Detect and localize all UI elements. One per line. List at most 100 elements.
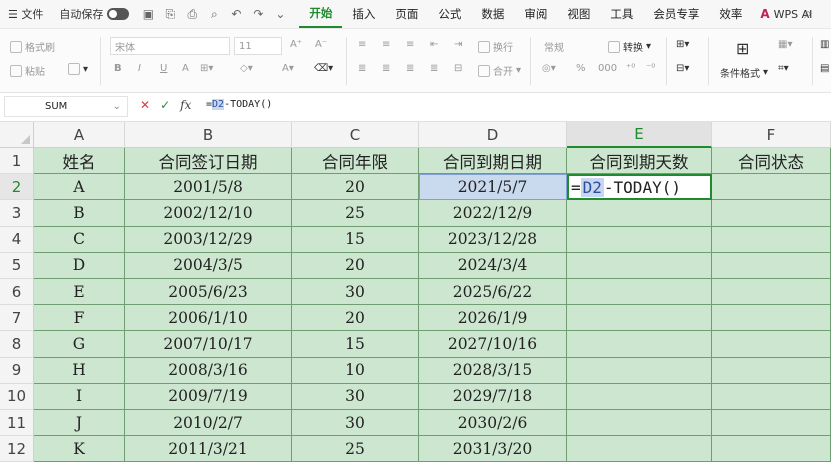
fill-icon[interactable]: ⊟▾ [676,63,689,74]
fill-color-icon[interactable]: ◇▾ [240,63,253,74]
italic-icon[interactable]: I [138,63,141,74]
row-header-10[interactable]: 10 [0,383,34,410]
row-header-4[interactable]: 4 [0,226,34,253]
column-header-B[interactable]: B [125,122,292,148]
align-center-icon[interactable]: ≣ [382,63,390,74]
table-cell[interactable]: 2006/1/10 [125,305,292,332]
table-cell[interactable]: 30 [292,410,419,437]
cancel-icon[interactable]: ✕ [140,98,150,112]
align-left-icon[interactable]: ≣ [358,63,366,74]
table-cell[interactable]: 30 [292,383,419,410]
row-column-icon[interactable]: ⊞▾ [676,39,689,50]
table-cell[interactable]: 2010/2/7 [125,410,292,437]
header-cell[interactable]: 合同状态 [712,148,831,175]
table-cell[interactable] [567,305,712,332]
font-name-select[interactable]: 宋体 [110,37,230,55]
decrease-font-icon[interactable]: A⁻ [315,39,327,50]
table-cell[interactable]: B [34,200,125,227]
row-header-6[interactable]: 6 [0,279,34,306]
table-cell[interactable] [712,331,831,358]
table-cell[interactable] [567,200,712,227]
table-cell[interactable]: D [34,252,125,279]
name-box[interactable]: SUM ⌄ [4,96,128,117]
table-cell[interactable] [712,252,831,279]
tab-3[interactable]: 公式 [428,0,471,28]
align-top-icon[interactable]: ≡ [358,39,366,50]
table-cell[interactable] [712,279,831,306]
table-cell[interactable]: F [34,305,125,332]
table-cell[interactable]: H [34,357,125,384]
tab-2[interactable]: 页面 [385,0,428,28]
font-size-dropdown[interactable]: 11 [234,37,282,55]
format-painter-button[interactable]: 格式刷 [10,39,55,54]
strikethrough-icon[interactable]: A [182,63,189,74]
table-cell[interactable]: 20 [292,174,419,201]
table-cell[interactable]: A [34,174,125,201]
table-cell[interactable]: 2003/12/29 [125,226,292,253]
table-cell[interactable]: 2008/3/16 [125,357,292,384]
table-cell[interactable]: 2023/12/28 [419,226,567,253]
cell-style-icon[interactable]: ⌗▾ [778,63,789,74]
font-size-select[interactable]: 11 [234,37,282,55]
wrap-text-button[interactable]: 换行 [478,39,513,54]
table-cell[interactable]: 30 [292,279,419,306]
row-header-11[interactable]: 11 [0,410,34,437]
table-cell[interactable]: 25 [292,200,419,227]
align-middle-icon[interactable]: ≡ [382,39,390,50]
table-cell[interactable]: 2021/5/7 [419,174,567,201]
sum-icon[interactable]: ▥ [820,39,829,50]
table-cell[interactable] [567,331,712,358]
table-style-icon[interactable]: ▦▾ [778,39,792,50]
filter-icon[interactable]: ▤ [820,63,829,74]
conditional-format-button[interactable]: 条件格式 ▾ [720,65,768,80]
tab-0[interactable]: 开始 [299,0,343,28]
table-cell[interactable]: 2025/6/22 [419,279,567,306]
undo-icon[interactable]: ↶ [228,7,244,21]
clear-icon[interactable]: ⌫▾ [314,63,333,74]
font-name-dropdown[interactable]: 宋体 [110,37,230,55]
insert-function-icon[interactable]: fx [180,98,191,112]
decrease-decimal-icon[interactable]: ⁻⁰ [646,63,655,74]
table-cell[interactable]: 15 [292,331,419,358]
table-cell[interactable]: C [34,226,125,253]
table-cell[interactable]: J [34,410,125,437]
align-bottom-icon[interactable]: ≡ [406,39,414,50]
select-all-corner[interactable] [0,122,34,148]
row-header-2[interactable]: 2 [0,174,34,201]
column-header-C[interactable]: C [292,122,419,148]
tab-1[interactable]: 插入 [342,0,385,28]
table-cell[interactable] [567,410,712,437]
print-preview-icon[interactable]: ⌕ [206,7,222,22]
header-cell[interactable]: 合同到期日期 [419,148,567,175]
table-cell[interactable] [567,252,712,279]
currency-icon[interactable]: ◎▾ [542,63,556,74]
header-cell[interactable]: 合同签订日期 [125,148,292,175]
table-cell[interactable] [567,357,712,384]
column-header-D[interactable]: D [419,122,567,148]
export-pdf-icon[interactable]: ⎘ [162,7,178,22]
table-cell[interactable]: 2007/10/17 [125,331,292,358]
distributed-icon[interactable]: ⊟ [454,63,462,74]
paste-button[interactable]: 粘贴 [10,63,45,78]
search-icon[interactable]: ⌕ [800,6,816,22]
table-cell[interactable]: 2022/12/9 [419,200,567,227]
file-menu[interactable]: 文件 [21,6,43,22]
merge-button[interactable]: 合开 ▾ [478,63,521,78]
table-cell[interactable] [567,383,712,410]
table-cell[interactable]: 2031/3/20 [419,436,567,463]
table-cell[interactable]: 2011/3/21 [125,436,292,463]
percent-icon[interactable]: % [576,63,586,74]
copy-button[interactable]: ▾ [68,63,88,75]
thousands-icon[interactable]: 000 [598,63,617,74]
tab-4[interactable]: 数据 [471,0,514,28]
row-header-5[interactable]: 5 [0,252,34,279]
tab-5[interactable]: 审阅 [514,0,557,28]
justify-icon[interactable]: ≣ [430,63,438,74]
table-cell[interactable]: 2028/3/15 [419,357,567,384]
table-cell[interactable] [567,279,712,306]
autosave-toggle[interactable] [107,8,130,20]
table-cell[interactable]: K [34,436,125,463]
table-cell[interactable]: 2026/1/9 [419,305,567,332]
tab-6[interactable]: 视图 [557,0,600,28]
table-cell[interactable] [712,410,831,437]
